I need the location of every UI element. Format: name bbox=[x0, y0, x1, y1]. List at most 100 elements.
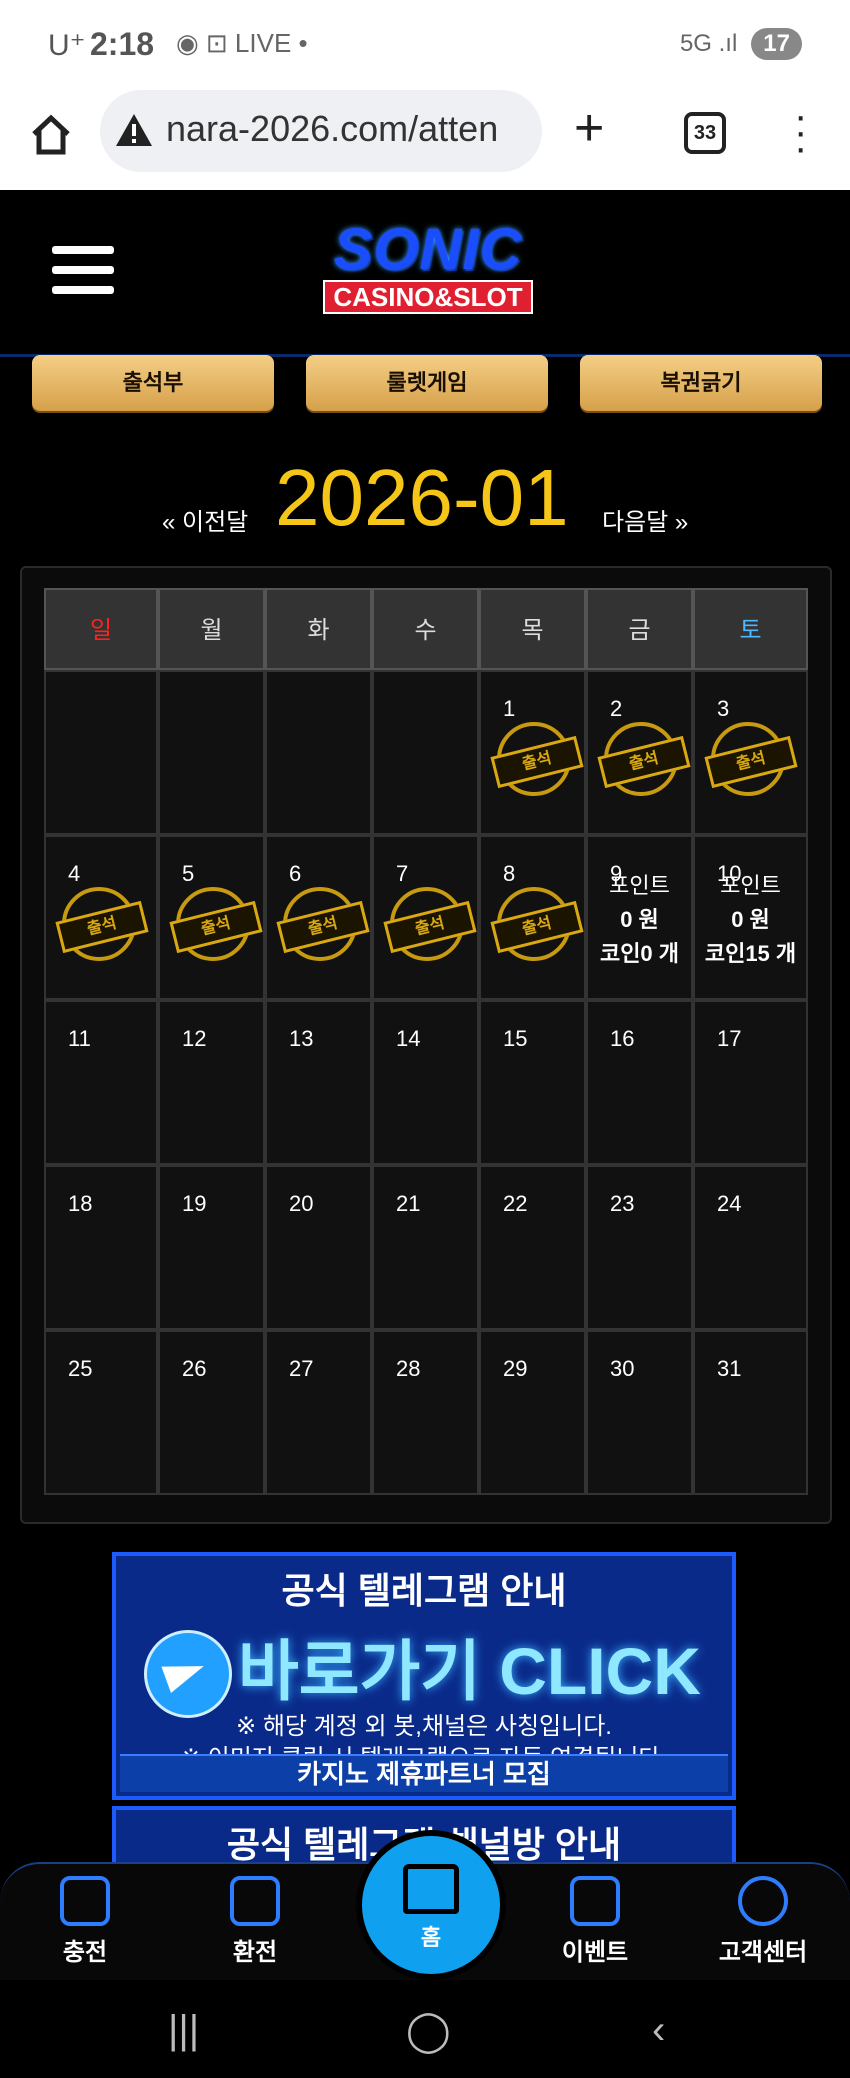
month-title: 2026-01 bbox=[275, 453, 569, 542]
status-bar: U⁺ 2:18 ◉ ⊡ LIVE • 5G .ıl 17 bbox=[0, 0, 850, 90]
stamp-label: 출석 bbox=[55, 900, 149, 954]
day-cell-31: 31 bbox=[693, 1330, 808, 1495]
gift-icon bbox=[570, 1876, 620, 1926]
hamburger-menu-icon[interactable] bbox=[52, 246, 114, 306]
day-number: 22 bbox=[503, 1191, 528, 1216]
telegram-banner[interactable]: 공식 텔레그램 안내 바로가기 CLICK ※ 해당 계정 외 봇,채널은 사칭… bbox=[112, 1552, 736, 1800]
day-cell-13: 13 bbox=[265, 1000, 372, 1165]
scratch-lottery-button[interactable]: 복권긁기 bbox=[580, 355, 822, 411]
day-number: 21 bbox=[396, 1191, 421, 1216]
attendance-stamp-icon: 출석 bbox=[490, 722, 584, 796]
carrier-label: U⁺ bbox=[48, 29, 86, 62]
day-cell-11: 11 bbox=[44, 1000, 158, 1165]
day-cell-1: 1 출석 bbox=[479, 670, 586, 835]
top-nav: 출석부 룰렛게임 복권긁기 bbox=[32, 355, 822, 415]
day-number: 18 bbox=[68, 1191, 93, 1216]
day-number: 2 bbox=[610, 696, 623, 721]
nav-event-label: 이벤트 bbox=[561, 1939, 629, 1966]
stamp-label: 출석 bbox=[490, 900, 584, 954]
calendar-week: 18 19 20 21 22 23 24 bbox=[44, 1165, 808, 1330]
roulette-button[interactable]: 룰렛게임 bbox=[306, 355, 548, 411]
nav-support-label: 고객센터 bbox=[718, 1939, 808, 1966]
signal-icon: 5G .ıl bbox=[679, 30, 738, 57]
day-number: 3 bbox=[717, 696, 730, 721]
tab-count-button[interactable]: 33 bbox=[684, 112, 726, 154]
day-number: 28 bbox=[396, 1356, 421, 1381]
day-cell-8: 8 출석 bbox=[479, 835, 586, 1000]
site-header: SONIC CASINO&SLOT bbox=[0, 190, 850, 357]
calendar-week: 4 출석 5 출석 6 출석 7 출석 8 출석 9 포인트 0 원 코인0 개 10 포인트 0 원 코인15 … bbox=[44, 835, 808, 1000]
prev-month-link[interactable]: « 이전달 bbox=[162, 502, 248, 537]
day-number: 8 bbox=[503, 861, 516, 886]
address-bar[interactable]: nara-2026.com/atten bbox=[100, 90, 542, 172]
day-cell-2: 2 출석 bbox=[586, 670, 693, 835]
home-icon[interactable] bbox=[28, 112, 74, 158]
nav-event[interactable]: 이벤트 bbox=[540, 1876, 650, 1967]
calendar-weeks: 1 출석 2 출석 3 출석 4 출석 5 출석 6 출석 7 출석 8 출석 9 포인트 0 원 코인0 개 10 포인… bbox=[44, 670, 808, 1495]
nav-charge[interactable]: 충전 bbox=[30, 1876, 140, 1967]
day-number: 25 bbox=[68, 1356, 93, 1381]
day-cell-12: 12 bbox=[158, 1000, 265, 1165]
stamp-label: 출석 bbox=[490, 735, 584, 789]
recent-apps-icon[interactable]: ||| bbox=[168, 2008, 199, 2053]
day-number: 29 bbox=[503, 1356, 528, 1381]
day-number: 12 bbox=[182, 1026, 207, 1051]
nav-exchange-label: 환전 bbox=[232, 1939, 278, 1966]
banner-title: 공식 텔레그램 안내 bbox=[281, 1570, 567, 1611]
day-number: 6 bbox=[289, 861, 302, 886]
day-cell-29: 29 bbox=[479, 1330, 586, 1495]
back-icon[interactable]: ‹ bbox=[652, 2008, 665, 2053]
day-number: 15 bbox=[503, 1026, 528, 1051]
home-circle-icon[interactable]: ◯ bbox=[406, 2008, 451, 2054]
warning-icon[interactable] bbox=[114, 112, 154, 148]
day-cell-30: 30 bbox=[586, 1330, 693, 1495]
day-number: 14 bbox=[396, 1026, 421, 1051]
month-navigation: « 이전달 2026-01 다음달 » bbox=[0, 452, 850, 542]
day-cell-19: 19 bbox=[158, 1165, 265, 1330]
attendance-stamp-icon: 출석 bbox=[704, 722, 798, 796]
day-number: 7 bbox=[396, 861, 409, 886]
site-logo[interactable]: SONIC CASINO&SLOT bbox=[296, 220, 560, 318]
day-number: 24 bbox=[717, 1191, 742, 1216]
next-month-link[interactable]: 다음달 » bbox=[602, 502, 688, 537]
day-number: 20 bbox=[289, 1191, 314, 1216]
day-reward-info: 포인트 0 원 코인15 개 bbox=[695, 869, 806, 971]
day-number: 19 bbox=[182, 1191, 207, 1216]
empty-cell bbox=[44, 670, 158, 835]
reward-line-l2: 0 원 bbox=[620, 907, 659, 932]
attendance-stamp-icon: 출석 bbox=[169, 887, 263, 961]
calendar-week: 25 26 27 28 29 30 31 bbox=[44, 1330, 808, 1495]
attendance-button[interactable]: 출석부 bbox=[32, 355, 274, 411]
nav-home-button[interactable]: 홈 bbox=[356, 1830, 506, 1980]
day-cell-28: 28 bbox=[372, 1330, 479, 1495]
stamp-label: 출석 bbox=[597, 735, 691, 789]
reward-line-l3: 코인0 개 bbox=[599, 941, 680, 966]
reward-line-l3: 코인15 개 bbox=[704, 941, 797, 966]
attendance-stamp-icon: 출석 bbox=[55, 887, 149, 961]
day-header-sun: 일 bbox=[44, 588, 158, 670]
new-tab-plus-icon[interactable]: + bbox=[574, 102, 604, 154]
overflow-menu-icon[interactable]: · · · bbox=[794, 96, 807, 168]
calendar-week: 11 12 13 14 15 16 17 bbox=[44, 1000, 808, 1165]
attendance-stamp-icon: 출석 bbox=[490, 887, 584, 961]
day-cell-16: 16 bbox=[586, 1000, 693, 1165]
day-number: 16 bbox=[610, 1026, 635, 1051]
day-header-wed: 수 bbox=[372, 588, 479, 670]
calendar-week: 1 출석 2 출석 3 출석 bbox=[44, 670, 808, 835]
banner-notice-1: ※ 해당 계정 외 봇,채널은 사칭입니다. bbox=[236, 1713, 612, 1740]
day-number: 30 bbox=[610, 1356, 635, 1381]
logo-sonic-text: SONIC bbox=[333, 217, 523, 282]
day-cell-24: 24 bbox=[693, 1165, 808, 1330]
day-cell-9: 9 포인트 0 원 코인0 개 bbox=[586, 835, 693, 1000]
empty-cell bbox=[265, 670, 372, 835]
day-header-mon: 월 bbox=[158, 588, 265, 670]
stamp-label: 출석 bbox=[276, 900, 370, 954]
day-cell-18: 18 bbox=[44, 1165, 158, 1330]
nav-exchange[interactable]: 환전 bbox=[200, 1876, 310, 1967]
attendance-stamp-icon: 출석 bbox=[383, 887, 477, 961]
url-text[interactable]: nara-2026.com/atten bbox=[166, 108, 498, 150]
nav-support[interactable]: 고객센터 bbox=[708, 1876, 818, 1967]
day-cell-17: 17 bbox=[693, 1000, 808, 1165]
calendar-grid: 일 월 화 수 목 금 토 1 출석 2 출석 3 출석 4 출석 5 출석 6 출석 7 출석 8 출석 9 포… bbox=[44, 588, 808, 1495]
day-cell-5: 5 출석 bbox=[158, 835, 265, 1000]
